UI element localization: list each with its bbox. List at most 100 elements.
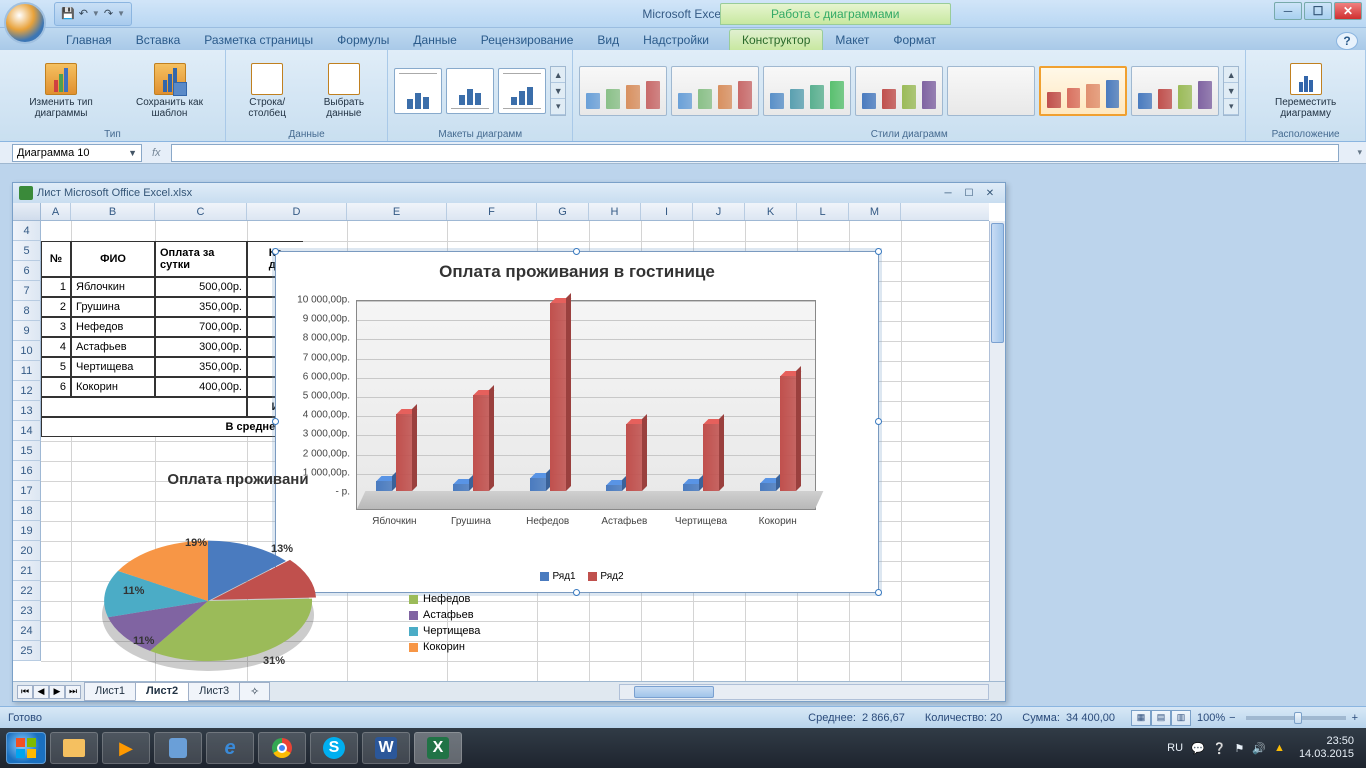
row-header-8[interactable]: 8 [13, 301, 41, 321]
chart-bar[interactable] [453, 484, 469, 491]
sheet-nav-next-icon[interactable]: ▶ [49, 685, 65, 699]
sheet-nav-last-icon[interactable]: ⏭ [65, 685, 81, 699]
col-header-G[interactable]: G [537, 203, 589, 220]
row-header-7[interactable]: 7 [13, 281, 41, 301]
table-cell[interactable]: 350,00р. [155, 357, 247, 377]
chart-layout-2[interactable] [446, 68, 494, 114]
row-header-25[interactable]: 25 [13, 641, 41, 661]
vscroll-thumb[interactable] [991, 223, 1004, 343]
scroll-down-icon[interactable]: ▼ [1224, 83, 1238, 99]
taskbar-skype[interactable]: S [310, 732, 358, 764]
styles-gallery-scroll[interactable]: ▲▼▾ [1223, 66, 1239, 116]
row-header-23[interactable]: 23 [13, 601, 41, 621]
sheet-tab-Лист1[interactable]: Лист1 [84, 682, 136, 701]
qat-redo-icon[interactable]: ↷ [104, 7, 113, 20]
minimize-button[interactable]: ─ [1274, 2, 1302, 20]
taskbar-explorer[interactable] [50, 732, 98, 764]
chart-layout-3[interactable] [498, 68, 546, 114]
zoom-level[interactable]: 100% [1197, 712, 1225, 724]
tray-help-icon[interactable]: ❔ [1213, 742, 1227, 755]
chart-title[interactable]: Оплата проживания в гостинице [276, 252, 878, 292]
formula-expand-icon[interactable]: ▾ [1357, 147, 1362, 158]
formula-input[interactable] [171, 144, 1340, 162]
taskbar-app1[interactable] [154, 732, 202, 764]
col-header-M[interactable]: M [849, 203, 901, 220]
tray-chat-icon[interactable]: 💬 [1191, 742, 1205, 755]
row-header-18[interactable]: 18 [13, 501, 41, 521]
row-header-21[interactable]: 21 [13, 561, 41, 581]
zoom-slider[interactable] [1246, 716, 1346, 720]
chart-bar[interactable] [530, 478, 546, 491]
scroll-down-icon[interactable]: ▼ [551, 83, 565, 99]
table-cell[interactable]: 500,00р. [155, 277, 247, 297]
row-header-17[interactable]: 17 [13, 481, 41, 501]
row-header-22[interactable]: 22 [13, 581, 41, 601]
chart-style-4[interactable] [855, 66, 943, 116]
col-header-A[interactable]: A [41, 203, 71, 220]
row-header-10[interactable]: 10 [13, 341, 41, 361]
layouts-gallery-scroll[interactable]: ▲▼▾ [550, 66, 566, 116]
switch-row-col-button[interactable]: Строка/столбец [232, 61, 303, 121]
save-as-template-button[interactable]: Сохранить как шаблон [120, 61, 219, 121]
chart-style-7[interactable] [1131, 66, 1219, 116]
taskbar-chrome[interactable] [258, 732, 306, 764]
chart-style-3[interactable] [763, 66, 851, 116]
col-header-E[interactable]: E [347, 203, 447, 220]
table-cell[interactable]: Чертищева [71, 357, 155, 377]
start-button[interactable] [6, 732, 46, 764]
table-cell[interactable]: Нефедов [71, 317, 155, 337]
scroll-up-icon[interactable]: ▲ [1224, 67, 1238, 83]
select-all-corner[interactable] [13, 203, 41, 220]
change-chart-type-button[interactable]: Изменить тип диаграммы [6, 61, 116, 121]
table-cell[interactable]: 700,00р. [155, 317, 247, 337]
pie-legend-item[interactable]: Нефедов [409, 593, 480, 605]
taskbar-ie[interactable]: e [206, 732, 254, 764]
doc-maximize-button[interactable]: ☐ [960, 186, 978, 200]
sheet-tab-Лист3[interactable]: Лист3 [188, 682, 240, 701]
col-header-D[interactable]: D [247, 203, 347, 220]
row-header-12[interactable]: 12 [13, 381, 41, 401]
maximize-button[interactable]: ☐ [1304, 2, 1332, 20]
pie-legend[interactable]: НефедовАстафьевЧертищеваКокорин [409, 593, 480, 657]
row-header-20[interactable]: 20 [13, 541, 41, 561]
row-header-24[interactable]: 24 [13, 621, 41, 641]
table-header[interactable]: № [41, 241, 71, 277]
zoom-out-button[interactable]: − [1229, 712, 1235, 724]
expand-gallery-icon[interactable]: ▾ [1224, 99, 1238, 115]
fx-icon[interactable]: fx [152, 147, 161, 159]
chart-object-pie[interactable]: Оплата проживани 13% [63, 471, 413, 681]
col-header-C[interactable]: C [155, 203, 247, 220]
tray-language[interactable]: RU [1167, 742, 1183, 754]
zoom-slider-thumb[interactable] [1294, 712, 1302, 724]
chart-bar[interactable] [760, 483, 776, 491]
move-chart-button[interactable]: Переместить диаграмму [1252, 61, 1359, 121]
tab-page-layout[interactable]: Разметка страницы [192, 30, 325, 50]
taskbar-media[interactable]: ▶ [102, 732, 150, 764]
tab-addins[interactable]: Надстройки [631, 30, 721, 50]
row-header-15[interactable]: 15 [13, 441, 41, 461]
name-box[interactable]: Диаграмма 10 ▼ [12, 144, 142, 162]
table-cell[interactable]: Астафьев [71, 337, 155, 357]
col-header-F[interactable]: F [447, 203, 537, 220]
row-header-6[interactable]: 6 [13, 261, 41, 281]
chart-bar[interactable] [626, 424, 642, 491]
tab-view[interactable]: Вид [585, 30, 631, 50]
tab-design[interactable]: Конструктор [729, 29, 823, 50]
tray-flag-icon[interactable]: ⚑ [1234, 742, 1244, 755]
tab-home[interactable]: Главная [54, 30, 124, 50]
tray-clock[interactable]: 23:50 14.03.2015 [1293, 735, 1360, 761]
col-header-H[interactable]: H [589, 203, 641, 220]
chart-style-2[interactable] [671, 66, 759, 116]
taskbar-word[interactable]: W [362, 732, 410, 764]
hscroll-thumb[interactable] [634, 686, 714, 698]
tab-layout[interactable]: Макет [823, 30, 881, 50]
taskbar-excel[interactable]: X [414, 732, 462, 764]
table-cell[interactable] [41, 397, 247, 417]
zoom-in-button[interactable]: + [1352, 712, 1358, 724]
table-cell[interactable]: 5 [41, 357, 71, 377]
name-box-dropdown-icon[interactable]: ▼ [128, 148, 137, 158]
doc-close-button[interactable]: ✕ [981, 186, 999, 200]
chart-bar[interactable] [606, 485, 622, 491]
row-header-4[interactable]: 4 [13, 221, 41, 241]
vertical-scrollbar[interactable] [989, 221, 1005, 681]
